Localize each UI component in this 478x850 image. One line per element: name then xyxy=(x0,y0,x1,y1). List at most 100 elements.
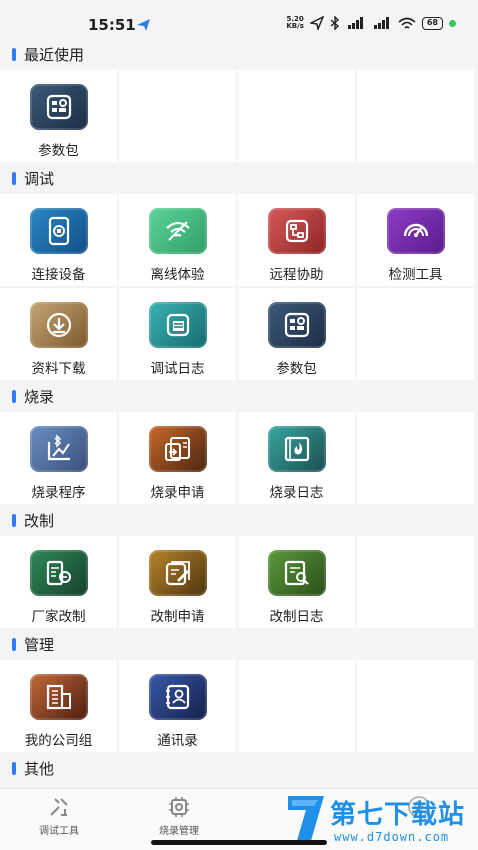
debug-tools-icon xyxy=(50,798,68,816)
watermark-logo xyxy=(288,796,324,844)
tool-tile[interactable]: 通讯录 xyxy=(119,660,236,752)
section-header: 调试 xyxy=(0,162,478,194)
tool-label: 检测工具 xyxy=(388,267,443,283)
section-marker xyxy=(12,47,16,61)
section-title: 最近使用 xyxy=(24,45,85,64)
section-header: 最近使用 xyxy=(0,38,478,70)
empty-tile xyxy=(357,70,474,162)
edit-doc-icon xyxy=(148,550,207,596)
empty-tile xyxy=(238,70,355,162)
fire-book-icon xyxy=(267,426,326,472)
tool-tile[interactable]: 参数包 xyxy=(238,288,355,380)
tool-tile[interactable]: 连接设备 xyxy=(0,194,117,286)
remote-icon xyxy=(267,208,326,254)
tool-tile[interactable]: 烧录程序 xyxy=(0,412,117,504)
battery-level: 68 xyxy=(421,16,443,30)
tool-tile[interactable]: 厂家改制 xyxy=(0,536,117,628)
network-speed: 5.20 KB/s xyxy=(286,16,303,30)
nav-flash-manage[interactable]: 烧录管理 xyxy=(134,795,224,837)
search-doc-icon xyxy=(267,550,326,596)
app-notification-icon xyxy=(137,19,150,31)
tool-tile[interactable]: 改制日志 xyxy=(238,536,355,628)
tool-tile[interactable]: 检测工具 xyxy=(357,194,474,286)
tool-tile[interactable]: 我的公司组 xyxy=(0,660,117,752)
building-icon-glyph xyxy=(46,684,71,710)
section-grid: 参数包 xyxy=(0,70,478,162)
status-time: 15:51 xyxy=(88,16,136,34)
download-icon-glyph xyxy=(46,312,71,338)
empty-tile xyxy=(357,412,474,504)
tool-label: 参数包 xyxy=(38,143,79,159)
tool-tile[interactable]: 烧录申请 xyxy=(119,412,236,504)
section-header: 管理 xyxy=(0,628,478,660)
nav-debug-tools[interactable]: 调试工具 xyxy=(14,795,104,837)
log-icon xyxy=(148,302,207,348)
tool-label: 改制日志 xyxy=(269,609,324,625)
parameters-icon-glyph xyxy=(46,94,71,120)
parameters-icon xyxy=(29,84,88,130)
tool-tile[interactable]: 参数包 xyxy=(0,70,117,162)
tool-label: 烧录日志 xyxy=(269,485,324,501)
watermark-text: 第七下载站 xyxy=(330,800,466,830)
signal-icon xyxy=(347,17,363,29)
remote-icon-glyph xyxy=(285,219,308,243)
empty-tile xyxy=(357,660,474,752)
section-header: 烧录 xyxy=(0,380,478,412)
tool-label: 我的公司组 xyxy=(24,733,93,749)
watermark-url: www.d7down.com xyxy=(334,830,450,844)
tool-tile[interactable]: 改制申请 xyxy=(119,536,236,628)
factory-doc-icon-glyph xyxy=(46,560,71,586)
section-title: 其他 xyxy=(24,759,55,778)
tool-label: 远程协助 xyxy=(269,267,324,283)
wifi-icon xyxy=(398,17,416,29)
section-marker xyxy=(12,171,16,185)
tool-label: 改制申请 xyxy=(150,609,205,625)
section-marker xyxy=(12,637,16,651)
home-indicator[interactable] xyxy=(151,840,327,845)
section-marker xyxy=(12,513,16,527)
flash-apply-icon-glyph xyxy=(164,437,190,461)
tool-label: 资料下载 xyxy=(31,361,86,377)
nav-debug-tools-label: 调试工具 xyxy=(39,826,79,837)
empty-tile xyxy=(238,660,355,752)
status-dot xyxy=(449,19,456,27)
nav-flash-manage-label: 烧录管理 xyxy=(159,826,199,837)
search-doc-icon-glyph xyxy=(284,560,309,586)
wifi-off-icon-glyph xyxy=(165,221,190,241)
section-grid: 连接设备 离线体验 远程协助 检测工具资料下载 调试日志 参数包 xyxy=(0,194,478,380)
fire-book-icon-glyph xyxy=(284,436,309,462)
section-title: 调试 xyxy=(24,169,55,188)
tool-tile[interactable]: 远程协助 xyxy=(238,194,355,286)
tool-label: 厂家改制 xyxy=(31,609,86,625)
section-marker xyxy=(12,389,16,403)
gauge-icon xyxy=(386,208,445,254)
building-icon xyxy=(29,674,88,720)
section-title: 烧录 xyxy=(24,387,55,406)
tool-label: 烧录申请 xyxy=(150,485,205,501)
empty-tile xyxy=(119,70,236,162)
bluetooth-icon xyxy=(330,16,339,30)
download-icon xyxy=(29,302,88,348)
section-title: 改制 xyxy=(24,511,55,530)
tool-tile[interactable]: 资料下载 xyxy=(0,288,117,380)
bluetooth-chart-icon-glyph xyxy=(47,434,70,461)
status-bar: 15:51 5.20 KB/s 68 xyxy=(0,0,478,38)
log-icon-glyph xyxy=(166,313,189,337)
tool-tile[interactable]: 调试日志 xyxy=(119,288,236,380)
flash-apply-icon xyxy=(148,426,207,472)
section-title: 管理 xyxy=(24,635,55,654)
section-header: 改制 xyxy=(0,504,478,536)
bluetooth-chart-icon xyxy=(29,426,88,472)
tool-tile[interactable]: 离线体验 xyxy=(119,194,236,286)
edit-doc-icon-glyph xyxy=(165,561,190,586)
app-content[interactable]: 最近使用 参数包 调试 连接设备 离线体验 远程协助 检测工具 资料下载 调试日志 参数包 烧录 烧录… xyxy=(0,38,478,788)
parameters-icon-glyph xyxy=(284,312,309,338)
tool-label: 调试日志 xyxy=(150,361,205,377)
empty-tile xyxy=(357,536,474,628)
signal-icon-2 xyxy=(373,17,389,29)
tablet-icon xyxy=(29,208,88,254)
empty-tile xyxy=(357,288,474,380)
tool-tile[interactable]: 烧录日志 xyxy=(238,412,355,504)
wifi-off-icon xyxy=(148,208,207,254)
network-speed-unit: KB/s xyxy=(286,22,304,30)
